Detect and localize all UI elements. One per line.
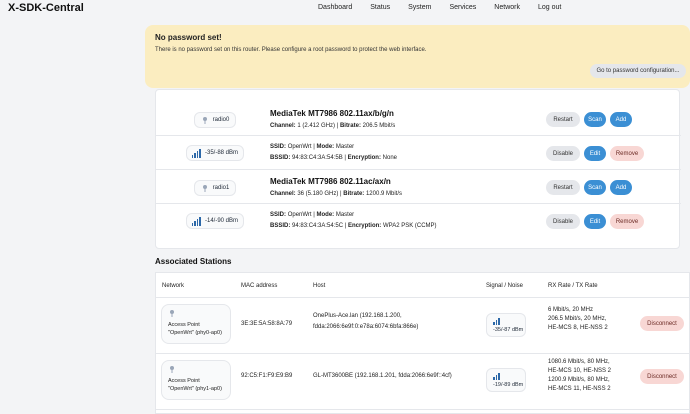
- disconnect-button[interactable]: Disconnect: [640, 369, 684, 384]
- radio-row-radio1: radio1 MediaTek MT7986 802.11ac/ax/n Cha…: [156, 170, 681, 204]
- access-point-icon: [170, 310, 174, 317]
- rate-info: 6 Mbit/s, 20 MHz 206.5 Mbit/s, 20 MHz, H…: [548, 307, 608, 331]
- radio-device-badge: radio0: [194, 112, 236, 128]
- signal-value: -19/-89 dBm: [493, 382, 524, 388]
- mac-address: 3E:3E:5A:58:8A:79: [241, 321, 293, 327]
- iface-bssid-line: BSSID: 94:83:C4:3A:54:5B | Encryption: N…: [270, 155, 397, 161]
- radio-info: Channel: 1 (2.412 GHz) | Bitrate: 206.5 …: [270, 123, 396, 129]
- col-signal: Signal / Noise: [486, 283, 524, 289]
- signal-bars-icon: [191, 148, 201, 158]
- network-badge: Access Point "OpenWrt" (phy0-ap0): [161, 304, 231, 344]
- nav-logout[interactable]: Log out: [538, 4, 561, 11]
- disable-button[interactable]: Disable: [546, 214, 580, 229]
- iface-ssid-line: SSID: OpenWrt | Mode: Master: [270, 212, 355, 218]
- stations-table: Network MAC address Host Signal / Noise …: [155, 272, 690, 414]
- main-nav: Dashboard Status System Services Network…: [318, 4, 579, 11]
- scan-button[interactable]: Scan: [584, 112, 606, 127]
- nav-system[interactable]: System: [408, 4, 431, 11]
- remove-button[interactable]: Remove: [610, 146, 644, 161]
- iface-bssid-line: BSSID: 94:83:C4:3A:54:5C | Encryption: W…: [270, 223, 437, 229]
- remove-button[interactable]: Remove: [610, 214, 644, 229]
- signal-badge: -35/-87 dBm: [486, 313, 526, 337]
- host-line-1: OnePlus-Ace.lan (192.168.1.200,: [313, 313, 402, 319]
- add-button[interactable]: Add: [610, 180, 632, 195]
- signal-badge: -35/-88 dBm: [186, 145, 244, 161]
- col-host: Host: [313, 283, 326, 289]
- brand-title: X-SDK-Central: [8, 2, 84, 14]
- stations-title: Associated Stations: [155, 257, 232, 266]
- edit-button[interactable]: Edit: [584, 146, 606, 161]
- edit-button[interactable]: Edit: [584, 214, 606, 229]
- host-line-2: fdda:2066:6e9f:0:e78a:6074:6bfa:866e): [313, 324, 419, 330]
- signal-badge: -14/-90 dBm: [186, 213, 244, 229]
- signal-value: -35/-87 dBm: [493, 327, 524, 333]
- signal-value: -14/-90 dBm: [204, 218, 238, 224]
- host-line-1: GL-MT3600BE (192.168.1.201, fdda:2066:6e…: [313, 373, 452, 379]
- top-bar: X-SDK-Central Dashboard Status System Se…: [0, 0, 690, 18]
- iface-row-radio0: -35/-88 dBm SSID: OpenWrt | Mode: Master…: [156, 136, 681, 170]
- radio-device-badge: radio1: [194, 180, 236, 196]
- col-network: Network: [162, 283, 185, 289]
- rate-info: 1080.6 Mbit/s, 80 MHz, HE-MCS 10, HE-NSS…: [548, 359, 612, 392]
- network-ssid: "OpenWrt" (phy1-ap0): [168, 386, 222, 392]
- table-row: Access Point "OpenWrt" (phy0-ap0) 3E:3E:…: [156, 298, 690, 354]
- disable-button[interactable]: Disable: [546, 146, 580, 161]
- table-row: Access Point "OpenWrt" (phy1-ap0) 92:C5:…: [156, 354, 690, 410]
- no-password-warning: No password set! There is no password se…: [145, 25, 690, 88]
- wireless-overview: radio0 MediaTek MT7986 802.11ax/b/g/n Ch…: [155, 89, 681, 249]
- network-type: Access Point: [168, 322, 200, 328]
- iface-ssid-line: SSID: OpenWrt | Mode: Master: [270, 144, 355, 150]
- mac-address: 92:C5:F1:F9:E9:B9: [241, 373, 293, 379]
- restart-button[interactable]: Restart: [546, 180, 580, 195]
- col-rate: RX Rate / TX Rate: [548, 283, 598, 289]
- col-mac: MAC address: [241, 283, 278, 289]
- radio-icon: [202, 185, 207, 192]
- password-config-button[interactable]: Go to password configuration...: [590, 64, 686, 78]
- nav-services[interactable]: Services: [449, 4, 476, 11]
- nav-network[interactable]: Network: [494, 4, 520, 11]
- radio-title: MediaTek MT7986 802.11ac/ax/n: [270, 177, 391, 186]
- signal-bars-icon: [493, 318, 500, 325]
- disconnect-button[interactable]: Disconnect: [640, 316, 684, 331]
- signal-bars-icon: [493, 373, 500, 380]
- warning-text: There is no password set on this router.…: [155, 47, 427, 53]
- radio-icon: [202, 117, 207, 124]
- radio-device-name: radio0: [212, 117, 230, 123]
- access-point-icon: [170, 366, 174, 373]
- signal-bars-icon: [191, 216, 201, 226]
- add-button[interactable]: Add: [610, 112, 632, 127]
- network-ssid: "OpenWrt" (phy0-ap0): [168, 330, 222, 336]
- warning-title: No password set!: [155, 33, 222, 42]
- radio-row-radio0: radio0 MediaTek MT7986 802.11ax/b/g/n Ch…: [156, 102, 681, 136]
- scan-button[interactable]: Scan: [584, 180, 606, 195]
- network-badge: Access Point "OpenWrt" (phy1-ap0): [161, 360, 231, 400]
- signal-value: -35/-88 dBm: [204, 150, 238, 156]
- nav-status[interactable]: Status: [370, 4, 390, 11]
- nav-dashboard[interactable]: Dashboard: [318, 4, 352, 11]
- signal-badge: -19/-89 dBm: [486, 368, 526, 392]
- network-type: Access Point: [168, 378, 200, 384]
- radio-device-name: radio1: [212, 185, 230, 191]
- radio-info: Channel: 36 (5.180 GHz) | Bitrate: 1200.…: [270, 191, 402, 197]
- restart-button[interactable]: Restart: [546, 112, 580, 127]
- iface-row-radio1: -14/-90 dBm SSID: OpenWrt | Mode: Master…: [156, 204, 681, 238]
- radio-title: MediaTek MT7986 802.11ax/b/g/n: [270, 109, 394, 118]
